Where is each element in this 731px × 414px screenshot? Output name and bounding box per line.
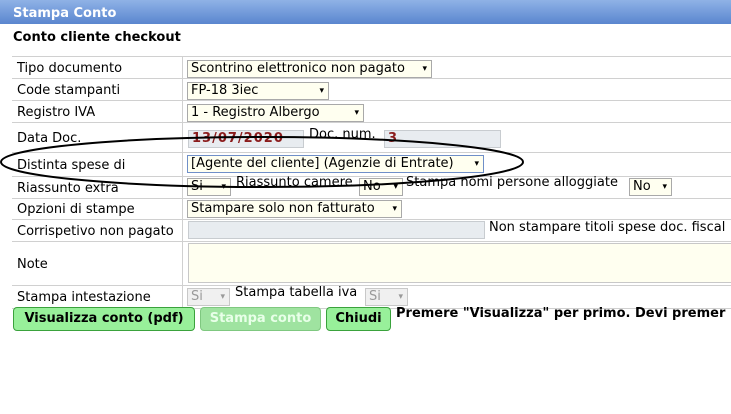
distinta-spese-label: Distinta spese di: [12, 153, 183, 177]
registro-iva-value: 1 - Registro Albergo: [191, 105, 320, 120]
chevron-down-icon: ▾: [220, 292, 225, 302]
registro-iva-label: Registro IVA: [12, 101, 183, 123]
window-title: Stampa Conto: [0, 0, 731, 24]
doc-num-label: Doc. num.: [309, 127, 376, 142]
stampa-conto-button[interactable]: Stampa conto: [200, 307, 321, 331]
stampa-intestazione-value: Si: [191, 289, 203, 304]
tipo-documento-value: Scontrino elettronico non pagato: [191, 61, 405, 76]
chevron-down-icon: ▾: [354, 108, 359, 118]
row-note: Note: [12, 241, 731, 286]
tipo-documento-select[interactable]: Scontrino elettronico non pagato ▾: [187, 60, 432, 78]
non-stampare-titoli-label: Non stampare titoli spese doc. fiscal: [489, 220, 726, 235]
page-title: Conto cliente checkout: [13, 30, 181, 45]
row-registro-iva: Registro IVA 1 - Registro Albergo ▾: [12, 100, 731, 123]
row-tipo-documento: Tipo documento Scontrino elettronico non…: [12, 56, 731, 79]
tipo-documento-label: Tipo documento: [12, 57, 183, 79]
riassunto-camere-select[interactable]: No ▾: [359, 178, 403, 196]
chevron-down-icon: ▾: [398, 292, 403, 302]
row-data-doc: Data Doc. 13/07/2020 Doc. num. 3: [12, 122, 731, 153]
corrispettivo-input[interactable]: [188, 221, 485, 239]
stampa-intestazione-select[interactable]: Si ▾: [187, 288, 230, 306]
opzioni-stampe-label: Opzioni di stampe: [12, 199, 183, 220]
riassunto-extra-value: Si: [191, 179, 203, 194]
registro-iva-select[interactable]: 1 - Registro Albergo ▾: [187, 104, 364, 122]
riassunto-extra-select[interactable]: Si ▾: [187, 178, 231, 196]
stampa-tabella-iva-value: Si: [369, 289, 381, 304]
opzioni-stampe-value: Stampare solo non fatturato: [191, 201, 375, 216]
row-distinta-spese: Distinta spese di [Agente del cliente] (…: [12, 152, 731, 177]
instruction-text: Premere "Visualizza" per primo. Devi pre…: [396, 306, 726, 321]
note-label: Note: [12, 242, 183, 286]
row-opzioni-stampe: Opzioni di stampe Stampare solo non fatt…: [12, 198, 731, 220]
corrispettivo-label: Corrispetivo non pagato: [12, 220, 183, 242]
riassunto-extra-label: Riassunto extra: [12, 177, 183, 199]
code-stampanti-value: FP-18 3iec: [191, 83, 259, 98]
stampa-nomi-label: Stampa nomi persone alloggiate: [406, 175, 618, 190]
code-stampanti-label: Code stampanti: [12, 79, 183, 101]
row-corrispettivo: Corrispetivo non pagato Non stampare tit…: [12, 219, 731, 242]
opzioni-stampe-select[interactable]: Stampare solo non fatturato ▾: [187, 200, 402, 218]
chevron-down-icon: ▾: [392, 204, 397, 214]
row-riassunto-extra: Riassunto extra Si ▾ Riassunto camere No…: [12, 175, 731, 199]
chevron-down-icon: ▾: [474, 159, 479, 169]
stampa-tabella-iva-select[interactable]: Si ▾: [365, 288, 408, 306]
data-doc-input[interactable]: 13/07/2020: [188, 130, 304, 148]
chevron-down-icon: ▾: [662, 182, 667, 192]
stampa-intestazione-label: Stampa intestazione: [12, 286, 183, 308]
chiudi-button[interactable]: Chiudi: [326, 307, 391, 331]
riassunto-camere-label: Riassunto camere: [236, 175, 353, 190]
row-code-stampanti: Code stampanti FP-18 3iec ▾: [12, 78, 731, 101]
riassunto-camere-value: No: [363, 179, 381, 194]
chevron-down-icon: ▾: [393, 182, 398, 192]
chevron-down-icon: ▾: [422, 64, 427, 74]
form-grid: Tipo documento Scontrino elettronico non…: [12, 56, 731, 309]
chevron-down-icon: ▾: [319, 86, 324, 96]
note-textarea[interactable]: [188, 243, 731, 283]
visualizza-conto-button[interactable]: Visualizza conto (pdf): [13, 307, 195, 331]
chevron-down-icon: ▾: [221, 182, 226, 192]
doc-num-input[interactable]: 3: [384, 130, 501, 148]
distinta-spese-value: [Agente del cliente] (Agenzie di Entrate…: [191, 156, 454, 171]
stampa-tabella-iva-label: Stampa tabella iva: [235, 285, 358, 300]
data-doc-label: Data Doc.: [12, 123, 183, 153]
stampa-nomi-value: No: [633, 179, 651, 194]
stampa-nomi-select[interactable]: No ▾: [629, 178, 672, 196]
code-stampanti-select[interactable]: FP-18 3iec ▾: [187, 82, 329, 100]
distinta-spese-select[interactable]: [Agente del cliente] (Agenzie di Entrate…: [187, 155, 484, 173]
